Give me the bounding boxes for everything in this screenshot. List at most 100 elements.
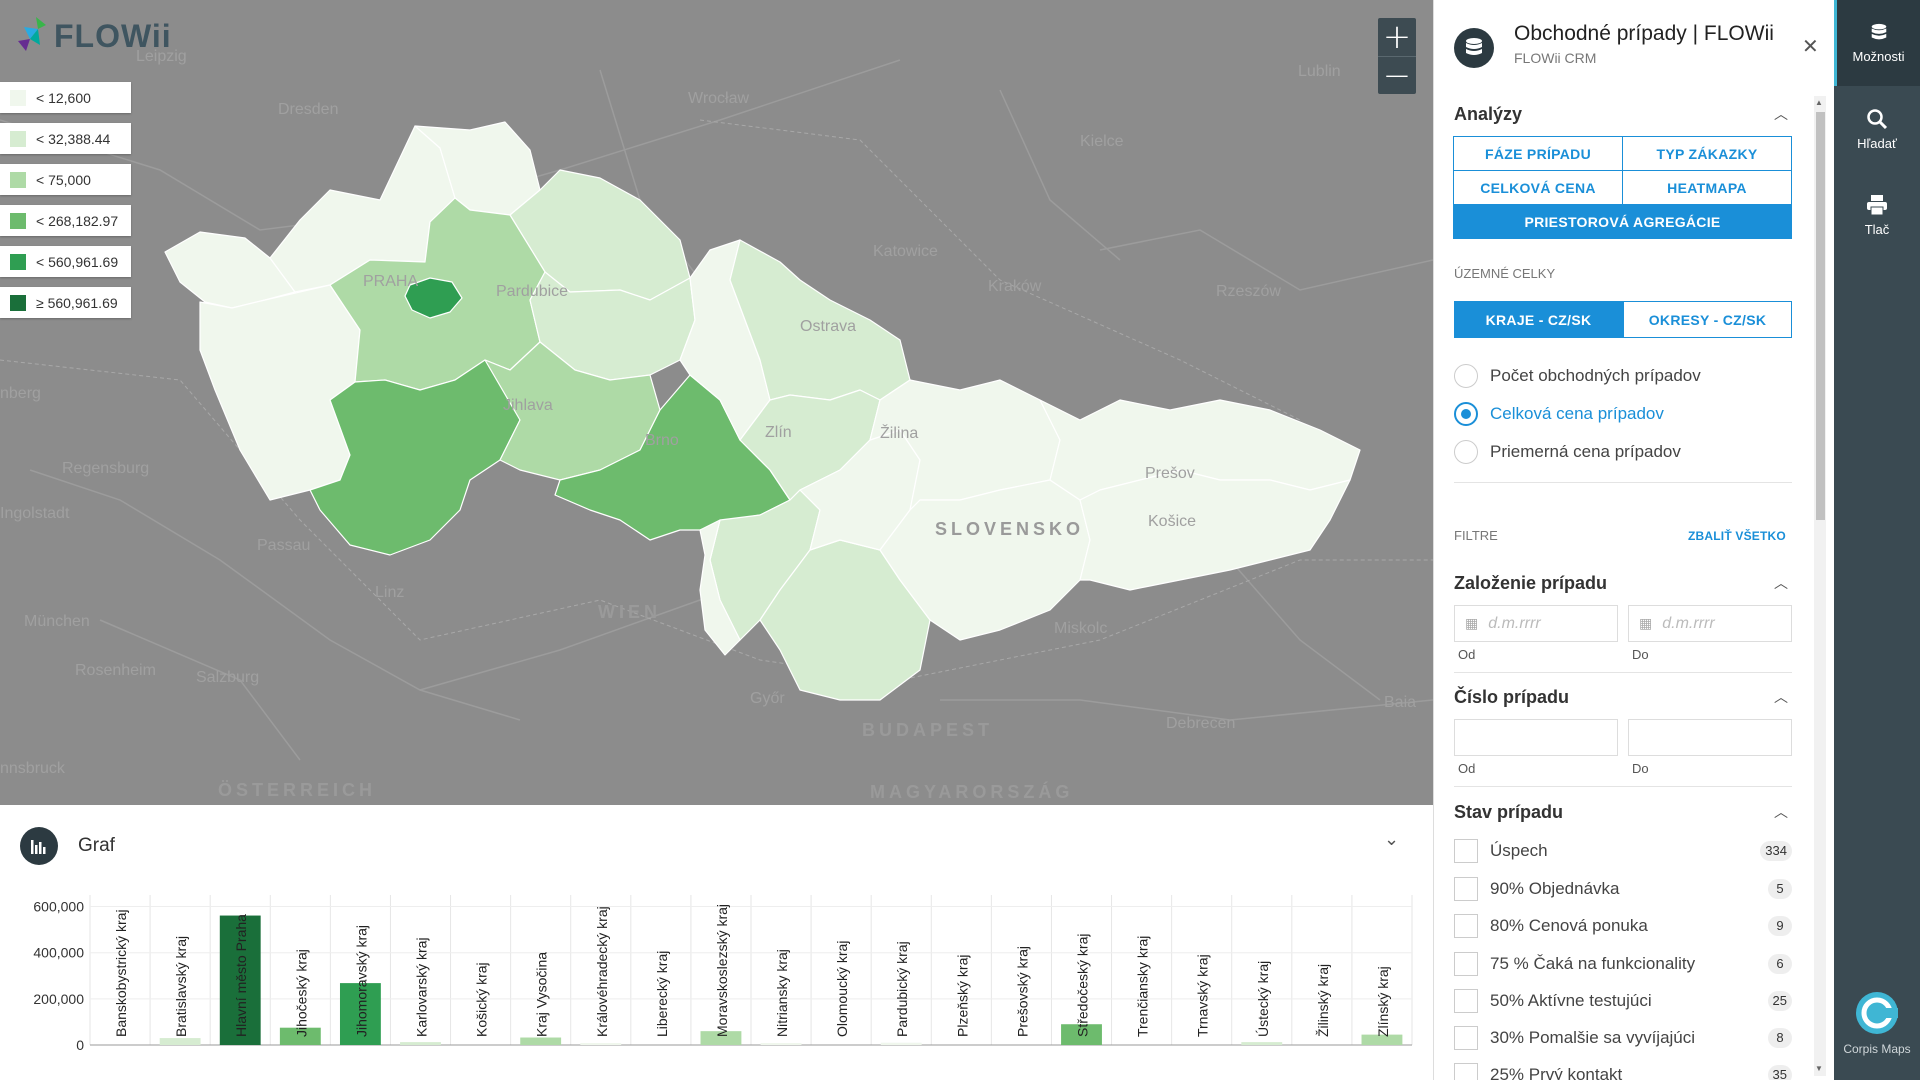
place-label: Wrocław (688, 90, 750, 107)
from-label: Od (1458, 647, 1476, 662)
count-badge: 9 (1768, 916, 1792, 936)
number-to-input[interactable] (1628, 719, 1792, 756)
flowii-logo: FLOWii (16, 16, 172, 56)
place-label: ÖSTERREICH (218, 780, 377, 800)
radio-label: Počet obchodných prípadov (1490, 366, 1701, 385)
place-label: Passau (257, 537, 311, 554)
metric-priemerna-cena[interactable]: Priemerná cena prípadov (1454, 440, 1681, 464)
x-tick-label: Liberecký kraj (654, 951, 670, 1037)
stav-label: 90% Objednávka (1490, 879, 1620, 898)
rail-print-button[interactable]: Tlač (1834, 172, 1920, 258)
scroll-up-icon[interactable]: ▲ (1815, 98, 1823, 107)
collapse-all-link[interactable]: ZBALIŤ VŠETKO (1688, 529, 1786, 543)
place-label: Regensburg (62, 460, 150, 477)
scrollbar-thumb[interactable] (1816, 112, 1825, 520)
checkbox[interactable] (1454, 839, 1478, 863)
place-label: Baia (1384, 694, 1417, 711)
stav-item[interactable]: 90% Objednávka 5 (1454, 876, 1792, 902)
place-label: MAGYARORSZÁG (870, 782, 1074, 802)
stav-item[interactable]: 75 % Čaká na funkcionality 6 (1454, 951, 1792, 977)
legend-label: < 12,600 (36, 89, 91, 106)
checkbox[interactable] (1454, 952, 1478, 976)
stav-item[interactable]: 25% Prvý kontakt 35 (1454, 1062, 1792, 1080)
x-tick-label: Plzeňský kraj (954, 955, 970, 1037)
x-tick-label: Zlínský kraj (1375, 966, 1391, 1037)
celkova-cena-button[interactable]: CELKOVÁ CENA (1453, 170, 1623, 205)
side-panel: Obchodné prípady | FLOWii FLOWii CRM ✕ A… (1433, 0, 1834, 1080)
side-title: Obchodné prípady | FLOWii (1514, 22, 1774, 45)
bar (580, 1043, 622, 1045)
chevron-up-icon[interactable]: ︿ (1774, 687, 1788, 707)
stav-label: 30% Pomalšie sa vyvíjajúci (1490, 1028, 1696, 1047)
place-label: Ostrava (800, 318, 857, 335)
radio-button[interactable] (1454, 440, 1478, 464)
place-label: München (24, 613, 90, 630)
count-badge: 8 (1768, 1028, 1792, 1048)
date-from-input[interactable]: ▦ d.m.rrrr (1454, 605, 1618, 642)
rail-options-button[interactable]: Možnosti (1834, 0, 1920, 86)
to-label: Do (1632, 761, 1649, 776)
map-view[interactable]: Leipzig Dresden Wrocław Lublin Kielce Ka… (0, 0, 1433, 805)
count-badge: 35 (1767, 1065, 1792, 1080)
stav-label: 25% Prvý kontakt (1490, 1065, 1623, 1080)
kraje-button[interactable]: KRAJE - CZ/SK (1454, 301, 1623, 338)
divider (1454, 786, 1792, 787)
number-from-input[interactable] (1454, 719, 1618, 756)
x-tick-label: Nitriansky kraj (774, 949, 790, 1037)
y-tick-label: 400,000 (33, 945, 84, 961)
map-legend: < 12,600 < 32,388.44 < 75,000 < 268,182.… (0, 82, 131, 328)
stav-item[interactable]: 50% Aktívne testujúci 25 (1454, 988, 1792, 1014)
radio-button-selected[interactable] (1454, 402, 1478, 426)
chevron-up-icon[interactable]: ︿ (1774, 802, 1788, 822)
legend-item: < 75,000 (0, 164, 131, 195)
chevron-up-icon[interactable]: ︿ (1774, 104, 1788, 124)
zoom-out-button[interactable]: − (1378, 56, 1416, 94)
legend-label: < 32,388.44 (36, 130, 111, 147)
chevron-up-icon[interactable]: ︿ (1774, 573, 1788, 593)
date-to-input[interactable]: ▦ d.m.rrrr (1628, 605, 1792, 642)
legend-swatch (10, 171, 26, 188)
metric-pocet[interactable]: Počet obchodných prípadov (1454, 364, 1701, 388)
checkbox[interactable] (1454, 1063, 1478, 1080)
x-tick-label: Moravskoslezský kraj (714, 904, 730, 1037)
radio-button[interactable] (1454, 364, 1478, 388)
search-icon (1867, 108, 1888, 129)
count-badge: 334 (1760, 841, 1792, 861)
place-label: Katowice (873, 243, 938, 260)
heatmapa-button[interactable]: HEATMAPA (1622, 170, 1792, 205)
zoom-in-button[interactable]: + (1378, 18, 1416, 56)
checkbox[interactable] (1454, 1026, 1478, 1050)
priestorova-agregacie-button[interactable]: PRIESTOROVÁ AGREGÁCIE (1453, 204, 1792, 239)
faze-pripadu-button[interactable]: FÁZE PRÍPADU (1453, 136, 1623, 171)
chart-title: Graf (78, 835, 115, 856)
scroll-down-icon[interactable]: ▼ (1815, 1064, 1823, 1073)
legend-label: ≥ 560,961.69 (36, 294, 118, 311)
okresy-button[interactable]: OKRESY - CZ/SK (1623, 301, 1792, 338)
database-icon (1454, 28, 1494, 68)
app-root: Leipzig Dresden Wrocław Lublin Kielce Ka… (0, 0, 1920, 1080)
stav-item[interactable]: Úspech 334 (1454, 838, 1792, 864)
checkbox[interactable] (1454, 914, 1478, 938)
stav-item[interactable]: 30% Pomalšie sa vyvíjajúci 8 (1454, 1025, 1792, 1051)
legend-swatch (10, 253, 26, 270)
place-label: Kraków (988, 278, 1042, 295)
close-icon[interactable]: ✕ (1802, 34, 1819, 59)
checkbox[interactable] (1454, 989, 1478, 1013)
place-label: Rosenheim (75, 662, 156, 679)
bar-chart-icon (20, 827, 58, 865)
x-tick-label: Olomoucký kraj (834, 941, 850, 1037)
metric-celkova-cena[interactable]: Celková cena prípadov (1454, 402, 1664, 426)
rail-search-button[interactable]: Hľadať (1834, 86, 1920, 172)
date-to-placeholder: d.m.rrrr (1662, 614, 1715, 632)
typ-zakazky-button[interactable]: TYP ZÁKAZKY (1622, 136, 1792, 171)
place-label: Pardubice (496, 283, 569, 300)
checkbox[interactable] (1454, 877, 1478, 901)
x-tick-label: Královéhradecký kraj (594, 906, 610, 1037)
x-tick-label: Hlavní město Praha (233, 914, 249, 1037)
place-label: Ingolstadt (0, 505, 70, 522)
place-label: BUDAPEST (862, 720, 994, 740)
stav-item[interactable]: 80% Cenová ponuka 9 (1454, 913, 1792, 939)
place-label: Dresden (278, 101, 339, 118)
chevron-down-icon[interactable]: ⌄ (1384, 829, 1399, 850)
corpis-maps-brand: Corpis Maps (1834, 990, 1920, 1056)
